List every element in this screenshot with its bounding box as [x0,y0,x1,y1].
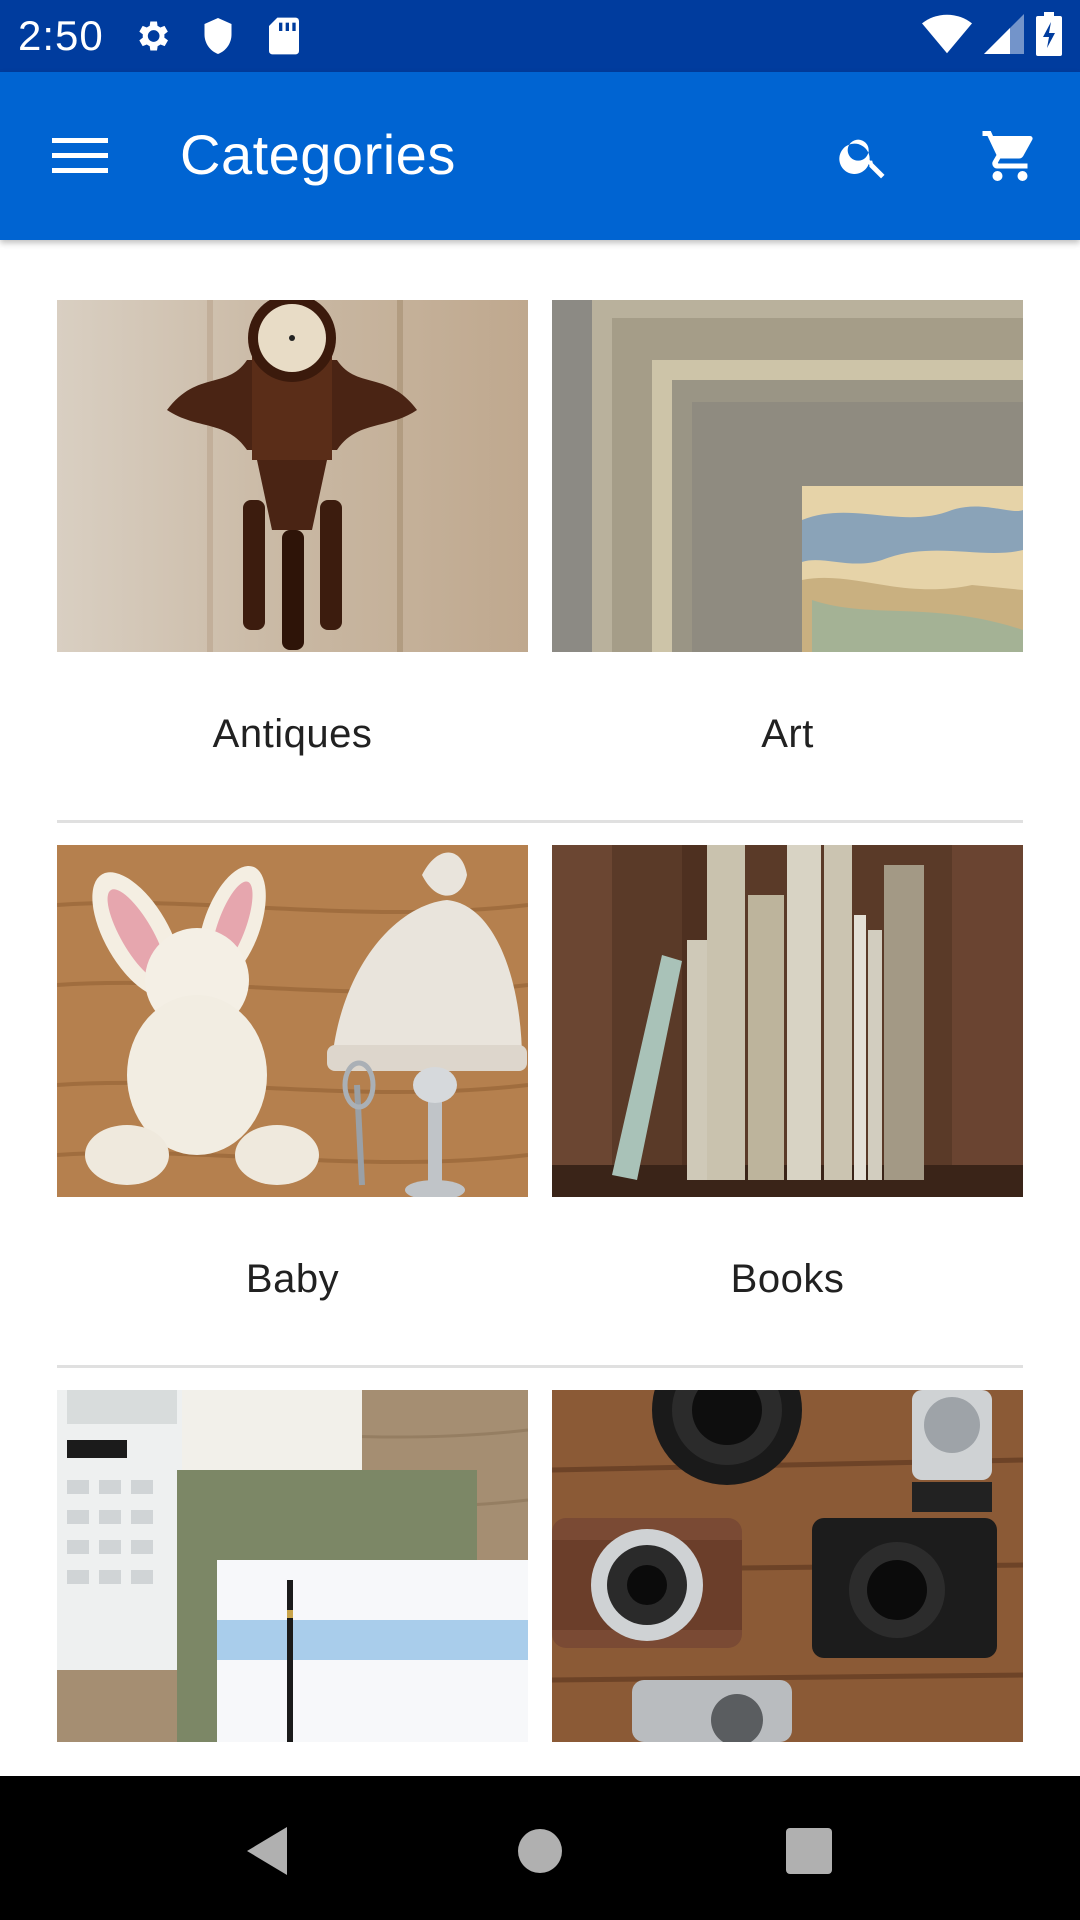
office-supplies-image [57,1390,528,1742]
gear-icon [132,16,172,56]
status-time: 2:50 [18,12,104,59]
baby-image [57,845,528,1197]
sd-card-icon [264,16,304,56]
menu-icon [52,138,108,173]
category-tile-antiques[interactable] [57,300,528,652]
books-image [552,845,1023,1197]
category-tile-art[interactable] [552,300,1023,652]
category-tile-books[interactable] [552,845,1023,1197]
home-icon [518,1829,562,1873]
antiques-image [57,300,528,652]
page-title: Categories [180,123,456,186]
back-icon [247,1827,287,1875]
menu-button[interactable] [40,116,120,196]
category-label: Books [730,1257,845,1301]
row-divider [57,1365,1023,1368]
category-grid: Antiques Art Baby Books [0,240,1080,1776]
app-bar: Categories [0,72,1080,240]
category-tile-cameras[interactable] [552,1390,1023,1742]
cart-icon [982,131,1033,181]
wifi-icon [922,14,972,59]
back-button[interactable] [232,1816,302,1886]
signal-icon [984,13,1024,59]
category-label: Antiques [212,712,373,756]
cart-button[interactable] [968,116,1052,196]
navigation-bar [0,1776,1080,1920]
row-divider [57,820,1023,823]
category-tile-office[interactable] [57,1390,528,1742]
category-tile-baby[interactable] [57,845,528,1197]
recents-button[interactable] [774,1816,844,1886]
recents-icon [786,1828,832,1874]
status-bar: 2:50 [0,0,1080,72]
cameras-image [552,1390,1023,1742]
shield-icon [198,16,238,56]
home-button[interactable] [505,1816,575,1886]
category-label: Art [761,712,814,756]
battery-charging-icon [1036,11,1062,61]
art-image [552,300,1023,652]
search-button[interactable] [822,116,906,196]
category-label: Baby [245,1257,340,1301]
search-icon [839,139,885,179]
